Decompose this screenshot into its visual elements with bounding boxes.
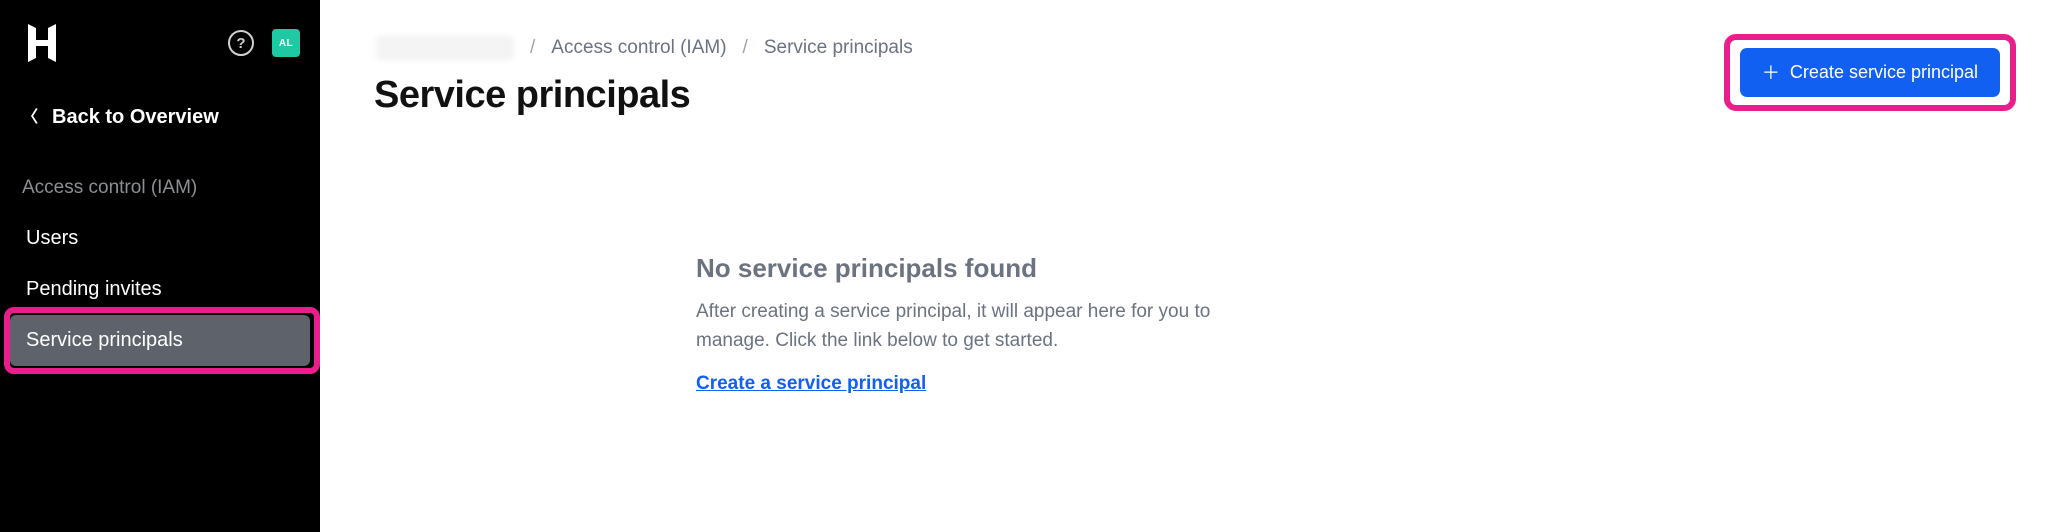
- sidebar-top: ? AL: [0, 22, 320, 92]
- create-button-label: Create service principal: [1790, 62, 1978, 83]
- hashicorp-logo-icon[interactable]: [22, 22, 62, 64]
- sidebar: ? AL 〈 Back to Overview Access control (…: [0, 0, 320, 532]
- sidebar-item-users[interactable]: Users: [0, 213, 320, 264]
- breadcrumb-current: Service principals: [764, 37, 913, 59]
- back-to-overview-link[interactable]: 〈 Back to Overview: [0, 92, 320, 143]
- create-button-wrap: ＋ Create service principal: [1740, 48, 2000, 97]
- back-link-label: Back to Overview: [52, 106, 219, 129]
- create-service-principal-button[interactable]: ＋ Create service principal: [1740, 48, 2000, 97]
- main-content: / Access control (IAM) / Service princip…: [320, 0, 2048, 532]
- sidebar-item-pending-invites[interactable]: Pending invites: [0, 264, 320, 315]
- page-title: Service principals: [374, 74, 690, 117]
- sidebar-item-service-principals[interactable]: Service principals: [10, 315, 310, 366]
- empty-state-description: After creating a service principal, it w…: [696, 298, 1256, 355]
- breadcrumb-separator: /: [530, 37, 535, 59]
- breadcrumb-separator: /: [743, 37, 748, 59]
- empty-state: No service principals found After creati…: [696, 253, 1256, 395]
- plus-icon: ＋: [1762, 64, 1780, 82]
- sidebar-item-service-principals-wrap: Service principals: [0, 315, 320, 366]
- sidebar-section-label: Access control (IAM): [0, 143, 320, 213]
- help-icon[interactable]: ?: [228, 30, 254, 56]
- breadcrumb-redacted: [376, 36, 514, 60]
- breadcrumb-iam[interactable]: Access control (IAM): [551, 37, 726, 59]
- page-header: Service principals ＋ Create service prin…: [374, 74, 2008, 117]
- chevron-left-icon: 〈: [22, 110, 38, 126]
- sidebar-top-right: ? AL: [228, 29, 300, 57]
- create-service-principal-link[interactable]: Create a service principal: [696, 373, 926, 394]
- empty-state-title: No service principals found: [696, 253, 1256, 284]
- avatar[interactable]: AL: [272, 29, 300, 57]
